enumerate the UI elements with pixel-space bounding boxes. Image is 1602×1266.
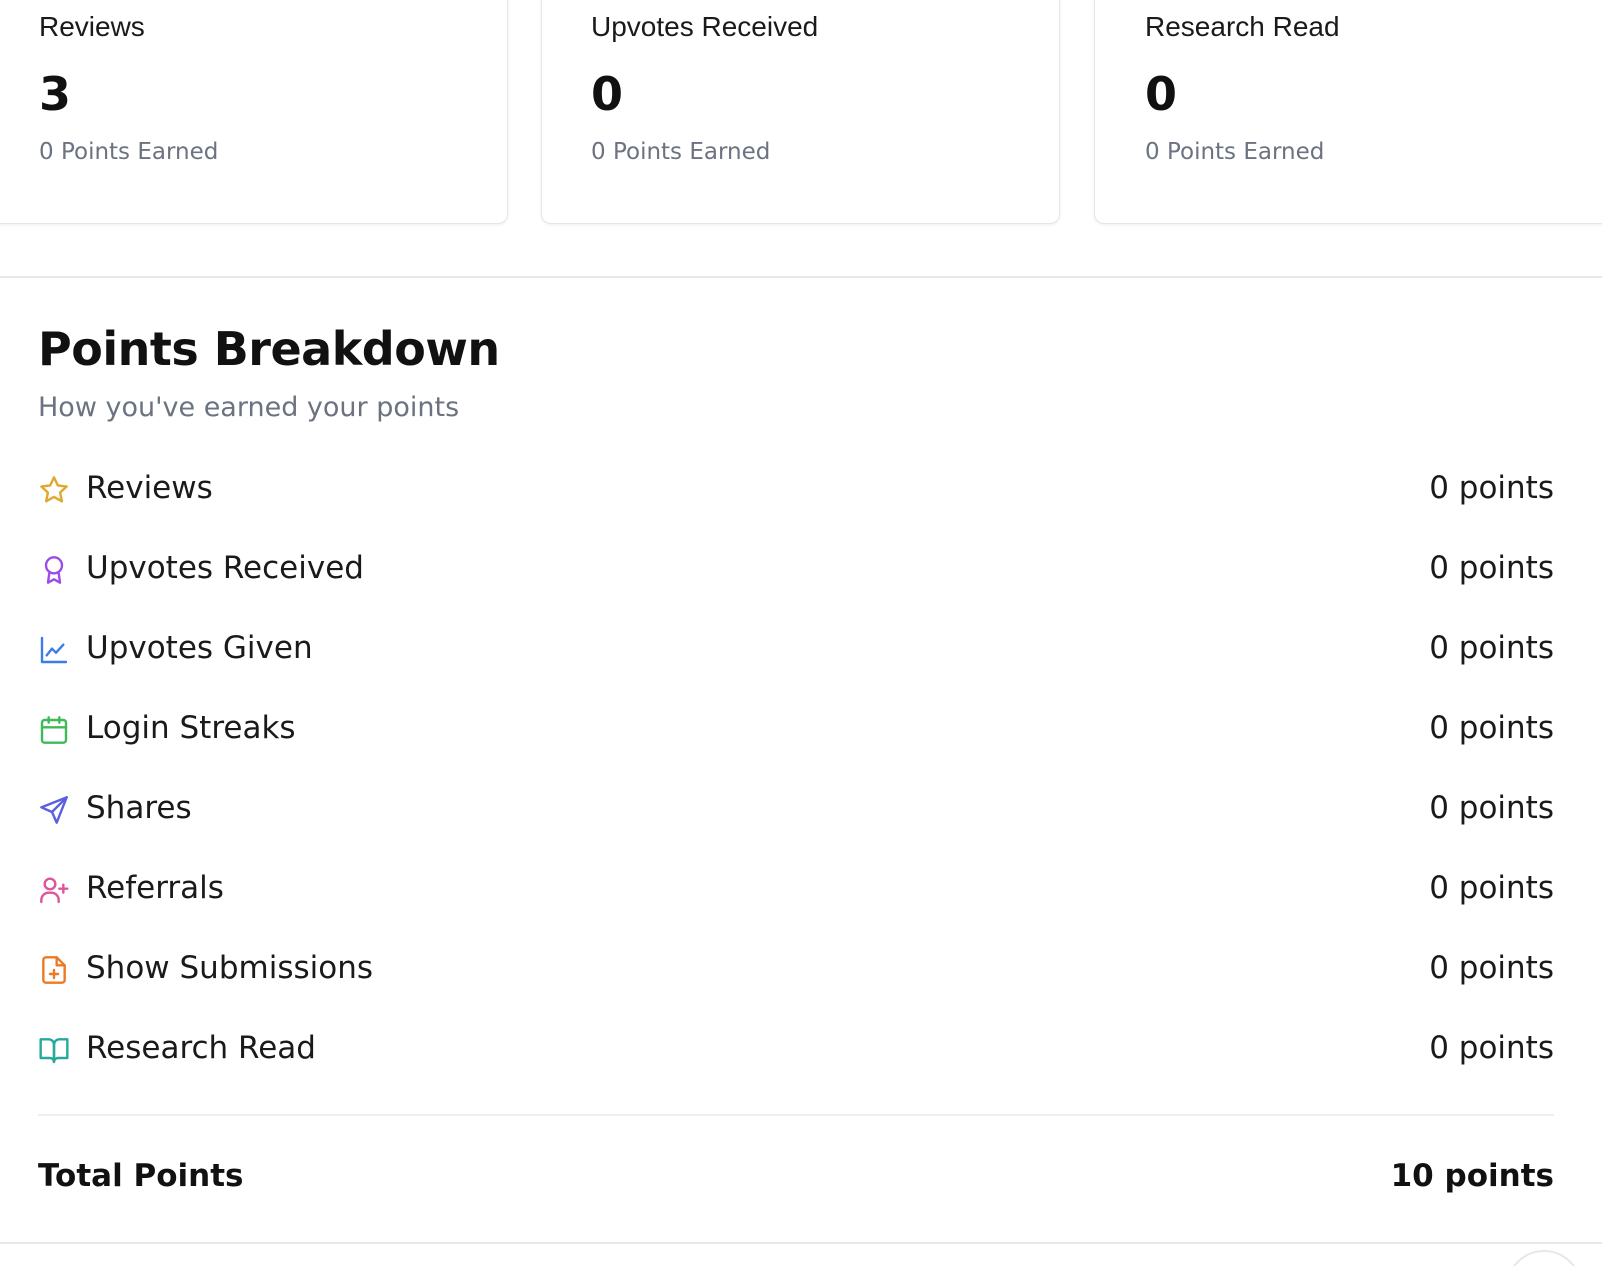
breakdown-row-label: Login Streaks xyxy=(86,710,296,746)
section-title: Points Breakdown xyxy=(38,322,500,376)
stat-card-points-earned: 0 Points Earned xyxy=(1145,139,1325,165)
breakdown-row-value: 0 points xyxy=(1429,710,1554,746)
send-icon xyxy=(38,794,70,826)
points-breakdown-panel: Points Breakdown How you've earned your … xyxy=(0,276,1602,1244)
breakdown-row-upvotes-received: Upvotes Received 0 points xyxy=(38,540,1554,600)
breakdown-row-label: Reviews xyxy=(86,470,213,506)
breakdown-row-label: Upvotes Given xyxy=(86,630,313,666)
stat-card-reviews: Reviews 3 0 Points Earned xyxy=(0,0,508,224)
breakdown-row-value: 0 points xyxy=(1429,1030,1554,1066)
stat-card-value: 0 xyxy=(1145,67,1178,121)
stat-card-label: Reviews xyxy=(39,11,145,42)
breakdown-row-value: 0 points xyxy=(1429,950,1554,986)
page: Reviews 3 0 Points Earned Upvotes Receiv… xyxy=(0,0,1602,1266)
total-points-label: Total Points xyxy=(38,1158,244,1194)
line-chart-icon xyxy=(38,634,70,666)
calendar-icon xyxy=(38,714,70,746)
breakdown-row-research-read: Research Read 0 points xyxy=(38,1020,1554,1080)
breakdown-row-label: Shares xyxy=(86,790,192,826)
breakdown-row-referrals: Referrals 0 points xyxy=(38,860,1554,920)
breakdown-row-login-streaks: Login Streaks 0 points xyxy=(38,700,1554,760)
breakdown-row-value: 0 points xyxy=(1429,790,1554,826)
stat-card-value: 3 xyxy=(39,67,72,121)
stat-card-value: 0 xyxy=(591,67,624,121)
breakdown-row-reviews: Reviews 0 points xyxy=(38,460,1554,520)
book-open-icon xyxy=(38,1034,70,1066)
breakdown-row-value: 0 points xyxy=(1429,870,1554,906)
breakdown-row-label: Upvotes Received xyxy=(86,550,364,586)
breakdown-row-upvotes-given: Upvotes Given 0 points xyxy=(38,620,1554,680)
stat-card-upvotes-received: Upvotes Received 0 0 Points Earned xyxy=(541,0,1060,224)
stat-card-label: Research Read xyxy=(1145,11,1340,42)
divider xyxy=(38,1114,1554,1116)
star-icon xyxy=(38,474,70,506)
floating-action-button[interactable] xyxy=(1506,1250,1582,1266)
breakdown-row-value: 0 points xyxy=(1429,630,1554,666)
section-subtitle: How you've earned your points xyxy=(38,392,460,423)
total-points-value: 10 points xyxy=(1390,1158,1554,1194)
breakdown-row-value: 0 points xyxy=(1429,550,1554,586)
breakdown-row-show-submissions: Show Submissions 0 points xyxy=(38,940,1554,1000)
total-points-row: Total Points 10 points xyxy=(38,1154,1554,1214)
breakdown-row-label: Research Read xyxy=(86,1030,316,1066)
breakdown-row-label: Show Submissions xyxy=(86,950,373,986)
stat-card-points-earned: 0 Points Earned xyxy=(39,139,219,165)
file-plus-icon xyxy=(38,954,70,986)
breakdown-row-value: 0 points xyxy=(1429,470,1554,506)
award-icon xyxy=(38,554,70,586)
stat-card-points-earned: 0 Points Earned xyxy=(591,139,771,165)
user-plus-icon xyxy=(38,874,70,906)
stat-card-research-read: Research Read 0 0 Points Earned xyxy=(1094,0,1602,224)
breakdown-row-shares: Shares 0 points xyxy=(38,780,1554,840)
breakdown-row-label: Referrals xyxy=(86,870,224,906)
stat-card-label: Upvotes Received xyxy=(591,11,819,42)
